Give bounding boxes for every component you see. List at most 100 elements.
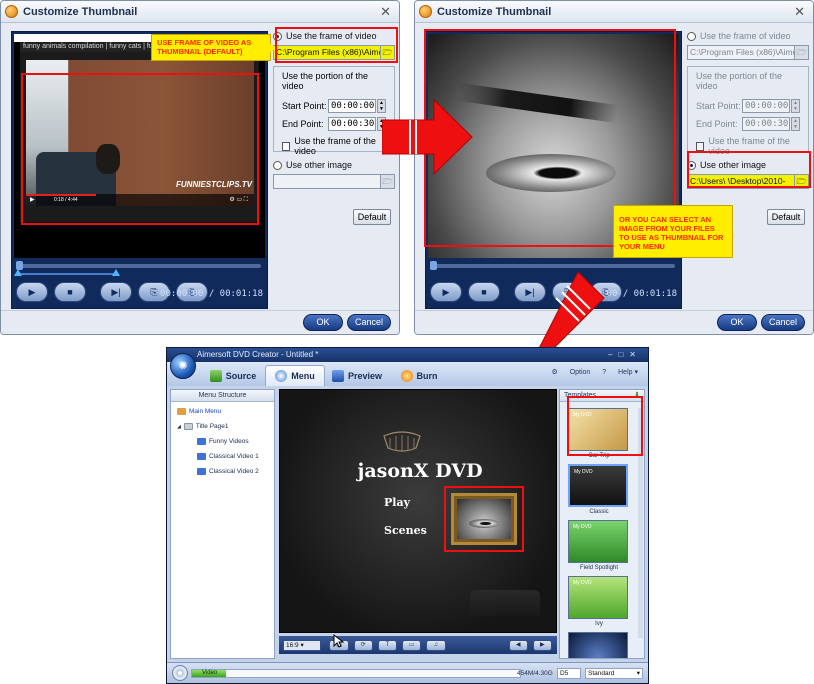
aspect-ratio-value: 16:9 (286, 641, 299, 649)
play-icon: ▶ (28, 286, 36, 297)
tree-item-classical-video-2[interactable]: Classical Video 2 (197, 468, 259, 475)
default-button[interactable]: Default (353, 209, 391, 225)
tab-burn[interactable]: Burn (389, 365, 449, 386)
ok-button[interactable]: OK (717, 314, 757, 331)
play-icon: ▶ (442, 286, 450, 297)
tree-item-label: Title Page1 (195, 423, 229, 430)
prev-page-button[interactable]: ◀ (508, 639, 528, 651)
template-classic[interactable]: My DVD (568, 464, 628, 507)
tab-source[interactable]: Source (203, 365, 263, 386)
menu-edit-toolbar: 16:9 ▾ ▣ ⟳ T ▭ ♫ ◀ ▶ (279, 636, 557, 654)
next-page-button[interactable]: ▶ (532, 639, 552, 651)
checkbox-icon[interactable] (282, 141, 291, 151)
stop-button[interactable]: ■ (54, 282, 86, 302)
tree-item-label: Classical Video 1 (209, 453, 259, 460)
cancel-button[interactable]: Cancel (761, 314, 805, 331)
default-button[interactable]: Default (767, 209, 805, 225)
disc-type-select[interactable]: D5 (557, 668, 581, 679)
start-spinner[interactable]: ▲ ▼ (791, 99, 800, 113)
trim-start-marker[interactable] (14, 269, 22, 276)
folder-icon (197, 453, 206, 460)
tab-source-label: Source (225, 370, 257, 381)
next-frame-button[interactable]: ▶| (100, 282, 132, 302)
trim-end-marker[interactable] (112, 269, 120, 276)
collapse-icon[interactable]: ◢ (177, 424, 181, 430)
source-icon (209, 369, 222, 382)
burn-icon (400, 369, 413, 382)
folder-icon[interactable]: 🗁 (794, 46, 808, 59)
highlight-other-image-option (687, 151, 811, 188)
tab-preview[interactable]: Preview (327, 365, 387, 386)
template-field-spotlight[interactable]: My DVD (568, 520, 628, 563)
app-titlebar: Aimersoft DVD Creator - Untitled * –□✕ (167, 348, 648, 362)
folder-icon (197, 438, 206, 445)
highlight-menu-thumbnail (444, 486, 524, 552)
start-point-input[interactable]: 00:00:00 (742, 99, 790, 113)
ok-button[interactable]: OK (303, 314, 343, 331)
dialog-title: Customize Thumbnail (437, 5, 552, 18)
radio-use-other-image[interactable]: Use other image (273, 158, 395, 172)
end-point-input[interactable]: 00:00:30 (328, 117, 376, 131)
start-point-input[interactable]: 00:00:00 (328, 99, 376, 113)
template-ivy-label: Ivy (595, 621, 603, 627)
other-image-path-field[interactable]: 🗁 (273, 174, 395, 189)
template-ivy[interactable]: My DVD (568, 576, 628, 619)
tree-item-title-page[interactable]: ◢ Title Page1 (177, 423, 229, 430)
check-use-frame[interactable]: Use the frame of the video (282, 136, 390, 156)
radio-use-frame[interactable]: Use the frame of video (687, 29, 809, 43)
tree-item-main-menu[interactable]: Main Menu (177, 408, 221, 415)
window-controls-icon[interactable]: –□✕ (608, 348, 642, 362)
frame-button[interactable]: ▭ (402, 639, 422, 651)
capacity-label: Video (202, 670, 218, 676)
option-link[interactable]: ⚙ Option (551, 369, 590, 376)
capacity-bar: Video (191, 669, 521, 678)
quality-select[interactable]: Standard ▾ (585, 668, 643, 679)
frame-path-field[interactable]: C:\Program Files (x86)\Aimersoft 🗁 (687, 45, 809, 60)
seek-handle[interactable] (430, 261, 437, 270)
template-blue[interactable] (568, 632, 628, 658)
play-button[interactable]: ▶ (16, 282, 48, 302)
end-point-label: End Point: (696, 119, 738, 129)
tree-item-funny-videos[interactable]: Funny Videos (197, 438, 249, 445)
menu-item-scenes[interactable]: Scenes (384, 524, 427, 537)
play-button[interactable]: ▶ (430, 282, 462, 302)
end-point-input[interactable]: 00:00:30 (742, 117, 790, 131)
text-button[interactable]: T (377, 639, 398, 651)
seek-bar[interactable] (14, 260, 265, 280)
start-point-row: Start Point: 00:00:00 ▲ ▼ (282, 97, 390, 115)
mouse-cursor-icon (333, 634, 345, 648)
music-button[interactable]: ♫ (426, 639, 446, 651)
tree-item-classical-video-1[interactable]: Classical Video 1 (197, 453, 259, 460)
help-link[interactable]: ? Help ▾ (602, 369, 638, 376)
capacity-value: 454M/4.30G (517, 670, 553, 677)
refresh-button[interactable]: ⟳ (353, 639, 373, 651)
template-classic-label: Classic (589, 509, 609, 515)
callout-default-frame: USE FRAME OF VIDEO AS THUMBNAIL (DEFAULT… (151, 34, 271, 61)
toolbar-right-links: ⚙ Option ? Help ▾ (541, 368, 638, 376)
radio-unselected-icon[interactable] (687, 31, 696, 41)
close-icon[interactable]: ✕ (794, 4, 805, 20)
checkbox-icon[interactable] (696, 141, 705, 151)
aspect-ratio-select[interactable]: 16:9 ▾ (283, 639, 322, 651)
menu-preview-canvas[interactable]: jasonX DVD Play Scenes (279, 389, 557, 633)
end-spinner[interactable]: ▲ ▼ (791, 117, 800, 131)
dialog-titlebar: Customize Thumbnail ✕ (415, 1, 813, 23)
arrow-left-icon: ◀ (515, 641, 521, 648)
app-logo-icon[interactable]: ✺ (170, 353, 196, 379)
folder-icon[interactable]: 🗁 (380, 175, 394, 188)
menu-structure-panel: Menu Structure Main Menu ◢ Title Page1 F… (170, 389, 275, 659)
callout-other-image: OR YOU CAN SELECT AN IMAGE FROM YOUR FIL… (613, 205, 733, 258)
disc-icon (172, 665, 188, 681)
app-title: Aimersoft DVD Creator - Untitled * (197, 350, 319, 359)
close-icon[interactable]: ✕ (380, 4, 391, 20)
radio-unselected-icon[interactable] (273, 160, 282, 170)
text-icon: T (385, 641, 390, 648)
home-icon (177, 408, 186, 415)
tab-menu[interactable]: Menu (265, 365, 325, 386)
menu-item-play[interactable]: Play (384, 496, 410, 509)
app-logo-icon (419, 5, 432, 18)
dialog-button-bar: OK Cancel (1, 310, 399, 334)
chevron-down-icon: ▾ (636, 670, 640, 677)
menu-title-text[interactable]: jasonX DVD (320, 460, 520, 482)
cancel-button[interactable]: Cancel (347, 314, 391, 331)
